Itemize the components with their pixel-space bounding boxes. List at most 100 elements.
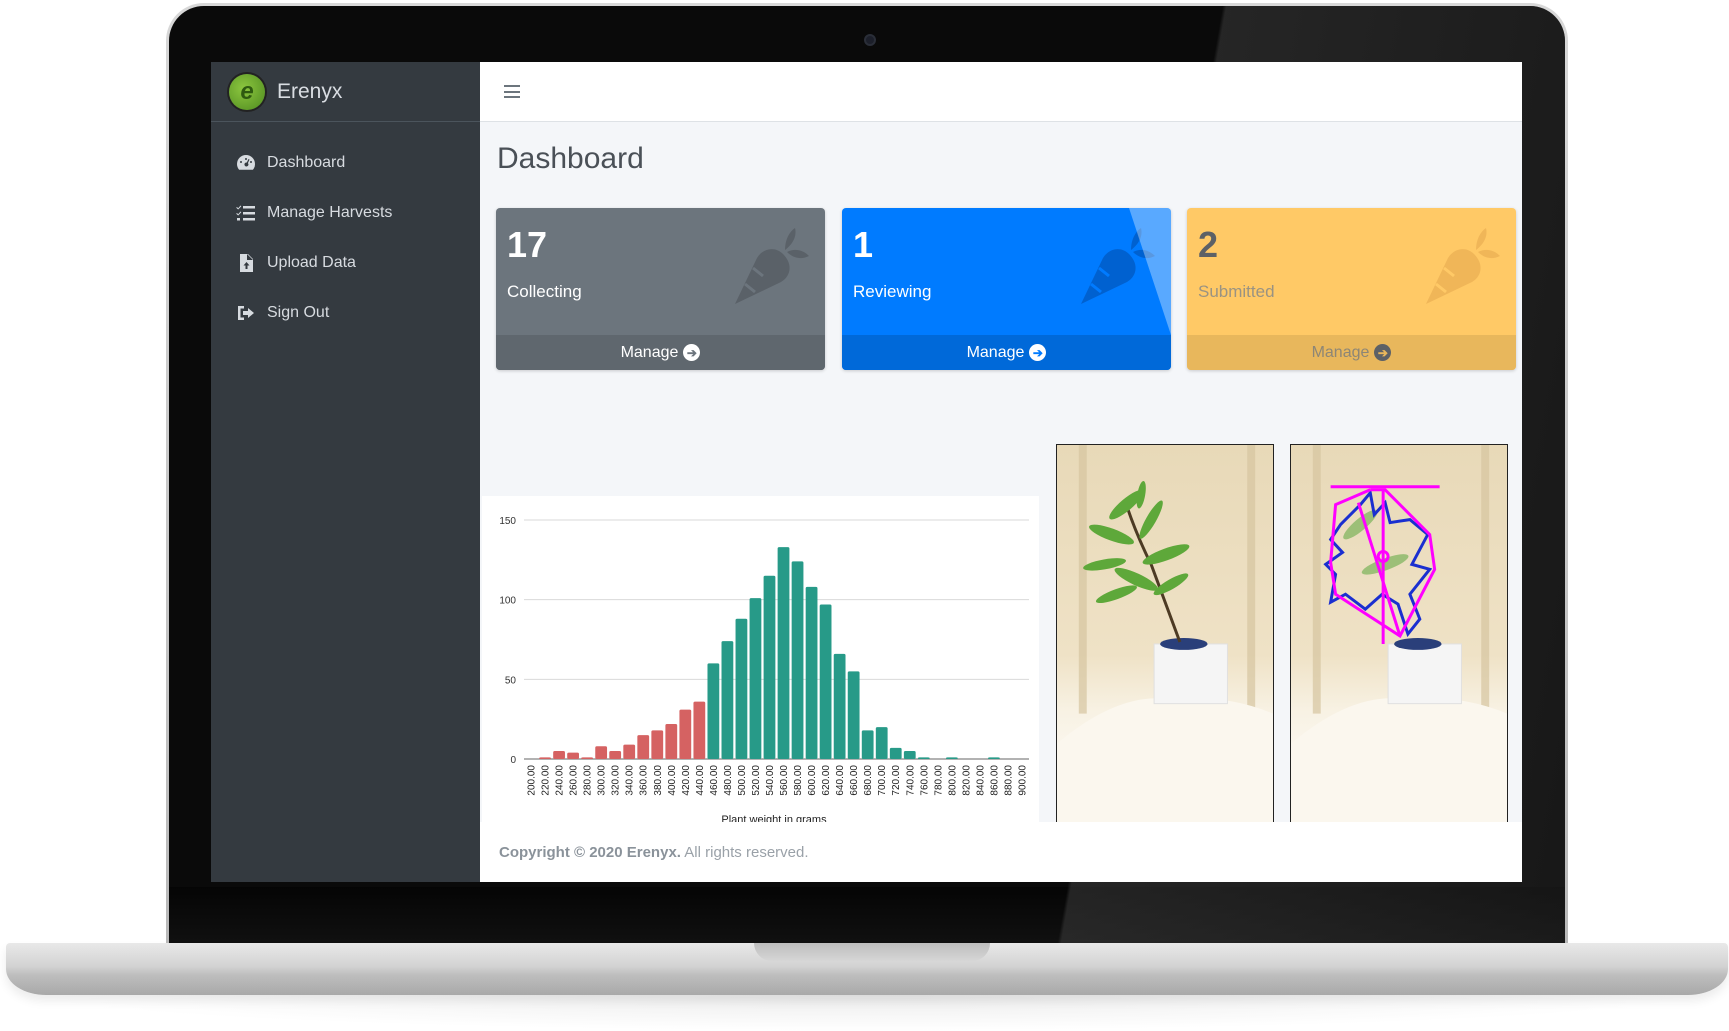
histogram-bar	[623, 744, 636, 759]
x-tick-label: 860.00	[989, 765, 1000, 796]
sidebar: e Erenyx Dashboard Manage Harvests Uploa…	[211, 62, 480, 882]
histogram-bar	[595, 746, 608, 759]
chart-gridlines	[524, 519, 1029, 760]
histogram-bar	[847, 671, 860, 759]
histogram-bar	[875, 727, 888, 759]
histogram-bar	[791, 561, 804, 759]
histogram-bar	[945, 757, 958, 759]
card-manage-link[interactable]: Manage ➔	[1187, 335, 1516, 370]
card-label: Reviewing	[853, 282, 932, 301]
histogram-bar	[693, 701, 706, 759]
x-tick-label: 840.00	[975, 765, 986, 796]
histogram-bar	[567, 752, 579, 759]
histogram-bar	[988, 757, 1000, 759]
histogram-bar	[665, 723, 678, 759]
card-label: Collecting	[507, 282, 582, 301]
sidebar-item-label: Upload Data	[267, 254, 356, 271]
histogram-bar	[819, 604, 832, 759]
histogram-bar	[763, 575, 776, 759]
x-tick-label: 500.00	[737, 765, 748, 796]
histogram-bar	[553, 751, 565, 759]
x-tick-label: 700.00	[877, 765, 888, 796]
plant-image	[1057, 445, 1273, 827]
card-submitted: 2 Submitted Manage ➔	[1187, 208, 1516, 370]
arrow-circle-right-icon: ➔	[1374, 344, 1392, 361]
histogram-bar	[889, 747, 902, 759]
card-count: 1	[853, 224, 874, 265]
x-tick-label: 360.00	[639, 765, 650, 796]
camera-icon	[864, 34, 876, 46]
page-footer: Copyright © 2020 Erenyx. All rights rese…	[480, 822, 1522, 882]
sidebar-item-label: Dashboard	[267, 154, 346, 171]
y-tick-label: 0	[510, 755, 516, 766]
card-manage-link[interactable]: Manage ➔	[842, 335, 1171, 370]
x-tick-label: 300.00	[597, 765, 608, 796]
footer-rights: All rights reserved.	[680, 844, 809, 861]
x-tick-label: 900.00	[1017, 765, 1028, 796]
histogram-bar	[735, 618, 748, 759]
sidebar-item-manage-harvests[interactable]: Manage Harvests	[211, 188, 480, 238]
y-tick-label: 50	[505, 675, 517, 686]
card-manage-link[interactable]: Manage ➔	[496, 335, 825, 370]
sidebar-item-dashboard[interactable]: Dashboard	[211, 138, 480, 188]
histogram-bar	[581, 757, 594, 759]
histogram-bar	[833, 653, 846, 759]
x-tick-label: 260.00	[569, 765, 580, 796]
tachometer-icon	[235, 153, 257, 173]
carrot-icon	[1426, 228, 1500, 304]
histogram-bar	[679, 709, 692, 759]
x-tick-label: 760.00	[919, 765, 930, 796]
app-screen: e Erenyx Dashboard Manage Harvests Uploa…	[211, 62, 1522, 882]
brand-link[interactable]: e Erenyx	[211, 62, 480, 122]
laptop-mockup: e Erenyx Dashboard Manage Harvests Uploa…	[0, 0, 1729, 1031]
histogram-svg: 0 50 100 150 200.00 220.00 240.00 260.00 280.00…	[499, 516, 1029, 826]
x-tick-label: 640.00	[835, 765, 846, 796]
laptop-bezel: e Erenyx Dashboard Manage Harvests Uploa…	[169, 6, 1565, 947]
x-tick-label: 520.00	[751, 765, 762, 796]
sidebar-nav: Dashboard Manage Harvests Upload Data Si…	[211, 122, 480, 338]
x-tick-label: 220.00	[541, 765, 552, 796]
chart-y-ticks: 0 50 100 150	[499, 516, 516, 766]
sign-out-icon	[235, 303, 257, 323]
x-tick-label: 320.00	[611, 765, 622, 796]
x-tick-label: 440.00	[695, 765, 706, 796]
y-tick-label: 150	[499, 516, 516, 527]
histogram-bar	[707, 663, 720, 759]
histogram-bar	[861, 730, 874, 759]
x-tick-label: 420.00	[681, 765, 692, 796]
histogram-bar	[805, 586, 818, 759]
plant-photo	[1056, 444, 1274, 828]
weight-histogram: 0 50 100 150 200.00 220.00 240.00 260.00 280.00…	[482, 496, 1039, 830]
histogram-bar	[749, 598, 762, 759]
plant-analysis-photo	[1290, 444, 1508, 828]
histogram-bar	[777, 547, 790, 759]
x-tick-label: 380.00	[653, 765, 664, 796]
x-tick-label: 820.00	[961, 765, 972, 796]
chart-x-ticks: 200.00 220.00 240.00 260.00 280.00 300.00 320.…	[527, 765, 1029, 796]
x-tick-label: 200.00	[527, 765, 538, 796]
tasks-list-icon	[235, 203, 257, 223]
x-tick-label: 560.00	[779, 765, 790, 796]
hamburger-icon[interactable]	[504, 85, 520, 98]
x-tick-label: 280.00	[583, 765, 594, 796]
histogram-bar	[609, 751, 622, 759]
arrow-circle-right-icon: ➔	[683, 344, 701, 361]
laptop-base	[6, 943, 1728, 995]
laptop-reflection	[40, 995, 1690, 1031]
footer-copyright: Copyright © 2020 Erenyx.	[499, 844, 681, 861]
x-tick-label: 740.00	[905, 765, 916, 796]
sidebar-item-upload-data[interactable]: Upload Data	[211, 238, 480, 288]
x-tick-label: 240.00	[555, 765, 566, 796]
laptop-lid: e Erenyx Dashboard Manage Harvests Uploa…	[166, 3, 1568, 947]
x-tick-label: 620.00	[821, 765, 832, 796]
arrow-circle-right-icon: ➔	[1029, 344, 1047, 361]
x-tick-label: 480.00	[723, 765, 734, 796]
x-tick-label: 460.00	[709, 765, 720, 796]
histogram-bar	[721, 641, 734, 759]
x-tick-label: 580.00	[793, 765, 804, 796]
sidebar-item-sign-out[interactable]: Sign Out	[211, 288, 480, 338]
chart-bars	[539, 547, 1000, 759]
card-count: 2	[1198, 224, 1219, 265]
card-count: 17	[507, 224, 548, 265]
y-tick-label: 100	[499, 596, 516, 607]
